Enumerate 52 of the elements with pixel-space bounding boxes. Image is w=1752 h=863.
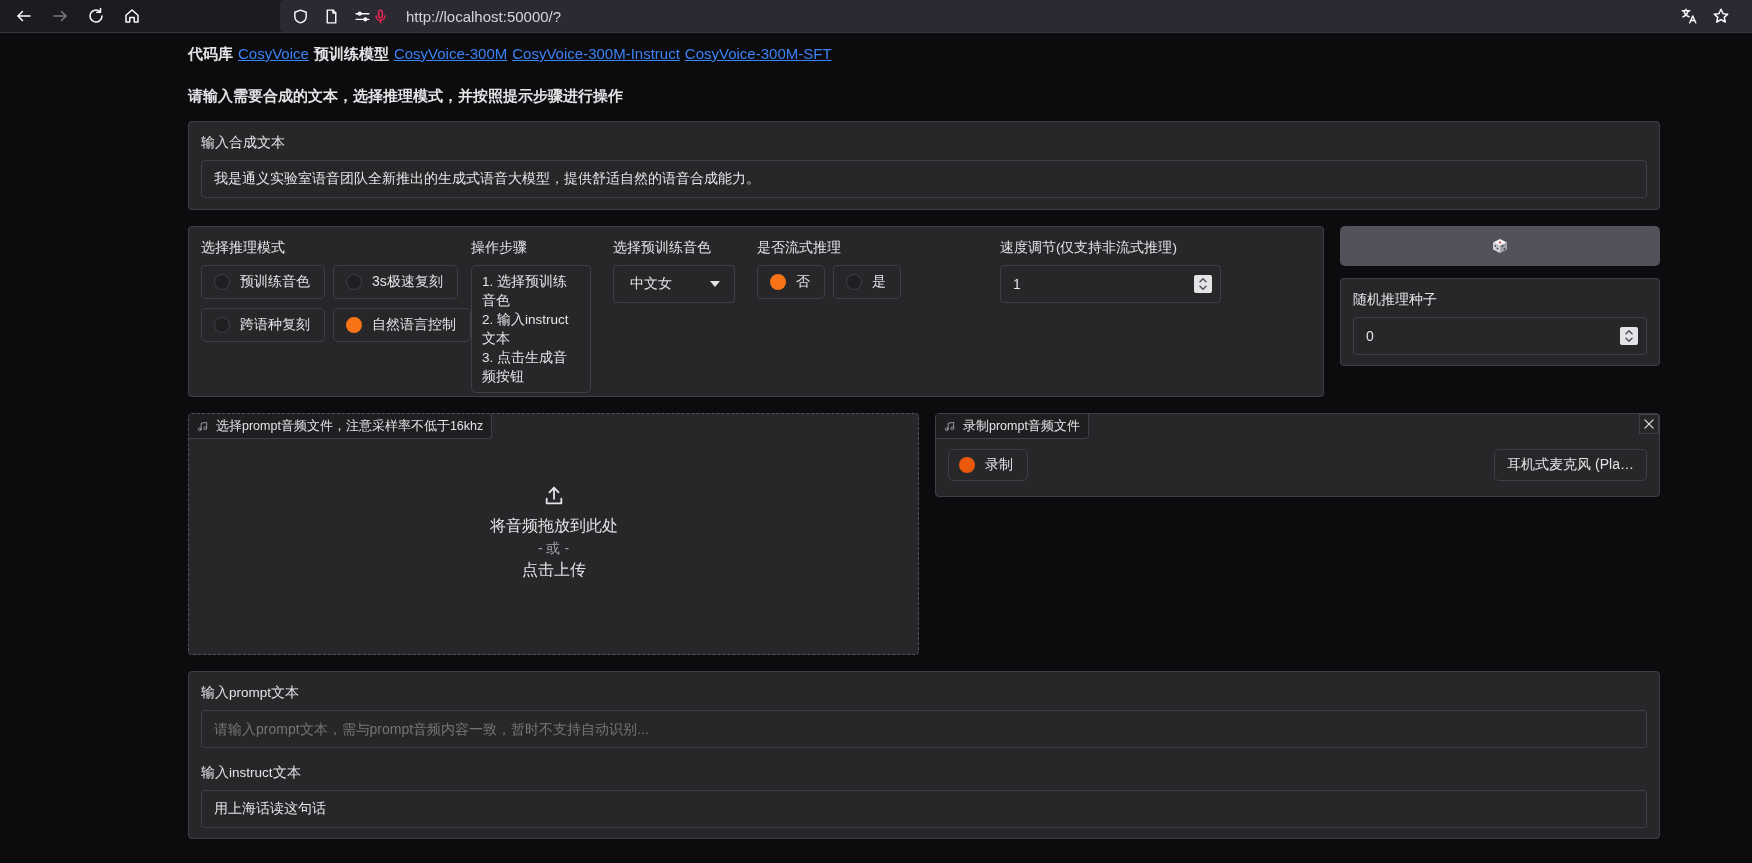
radio-option[interactable]: 预训练音色 [201,265,325,299]
field-label: 选择推理模式 [201,239,286,257]
instruct-text-field[interactable]: 用上海话读这句话 [201,790,1647,828]
url-text[interactable]: http://localhost:50000/? [406,7,562,25]
speed-number-field[interactable]: 1 [1000,265,1221,303]
audio-upload-area[interactable]: 选择prompt音频文件，注意采样率不低于16khz 将音频拖放到此处 - 或 - 点击上传 [188,413,919,655]
record-label: 录制prompt音频文件 [936,414,1089,439]
radio-option[interactable]: 3s极速复刻 [333,265,458,299]
text-input-field[interactable]: 我是通义实验室语音团队全新推出的生成式语音大模型，提供舒适自然的语音合成能力。 [201,160,1647,198]
drop-text: 将音频拖放到此处 [489,515,618,536]
dice-icon [1492,238,1508,254]
voice-dropdown[interactable]: 中文女 [613,265,735,303]
model-link[interactable]: CosyVoice-300M-SFT [684,45,832,62]
radio-option[interactable]: 自然语言控制 [333,308,471,342]
field-label: 速度调节(仅支持非流式推理) [1000,239,1178,257]
click-upload-text: 点击上传 [521,559,586,580]
close-icon [1642,417,1656,431]
or-text: - 或 - [537,538,570,558]
seed-number-field[interactable]: 0 [1353,317,1647,355]
radio-option[interactable]: 否 [757,265,825,299]
field-label: 输入合成文本 [201,134,286,152]
caret-icon [710,281,720,287]
music-note-icon [197,420,208,432]
steps-text: 1. 选择预训练音色 2. 输入instruct文本 3. 点击生成音频按钮 [471,265,591,393]
radio-option[interactable]: 跨语种复刻 [201,308,325,342]
field-label: 输入prompt文本 [201,684,301,702]
field-label: 选择预训练音色 [613,239,712,257]
field-label: 输入instruct文本 [201,764,302,782]
translate-icon[interactable] [1680,7,1698,25]
model-link[interactable]: CosyVoice-300M-Instruct [512,45,680,62]
field-label: 操作步骤 [471,239,528,257]
model-link[interactable]: CosyVoice [238,45,309,62]
spinner-icon[interactable] [1620,327,1638,345]
upload-label: 选择prompt音频文件，注意采样率不低于16khz [189,414,493,439]
home-icon[interactable] [123,7,141,25]
radio-option[interactable]: 是 [833,265,901,299]
microphone-select[interactable]: 耳机式麦克风 (Pla… [1494,449,1647,481]
star-icon[interactable] [1712,7,1730,25]
close-button[interactable] [1639,414,1659,434]
heading-text: 代码库 [188,45,233,64]
music-note-icon [944,420,955,432]
field-label: 是否流式推理 [757,239,842,257]
reload-icon[interactable] [87,7,105,25]
prompt-text-field[interactable]: 请输入prompt文本，需与prompt音频内容一致，暂时不支持自动识别... [201,710,1647,748]
field-label: 随机推理种子 [1353,291,1438,309]
heading-text: 预训练模型 [313,45,389,64]
record-dot-icon [959,457,975,473]
shield-icon[interactable] [292,7,309,25]
spinner-icon[interactable] [1194,275,1212,293]
record-button[interactable]: 录制 [948,449,1028,481]
model-link[interactable]: CosyVoice-300M [393,45,508,62]
instruction-text: 请输入需要合成的文本，选择推理模式，并按照提示步骤进行操作 [188,87,624,106]
